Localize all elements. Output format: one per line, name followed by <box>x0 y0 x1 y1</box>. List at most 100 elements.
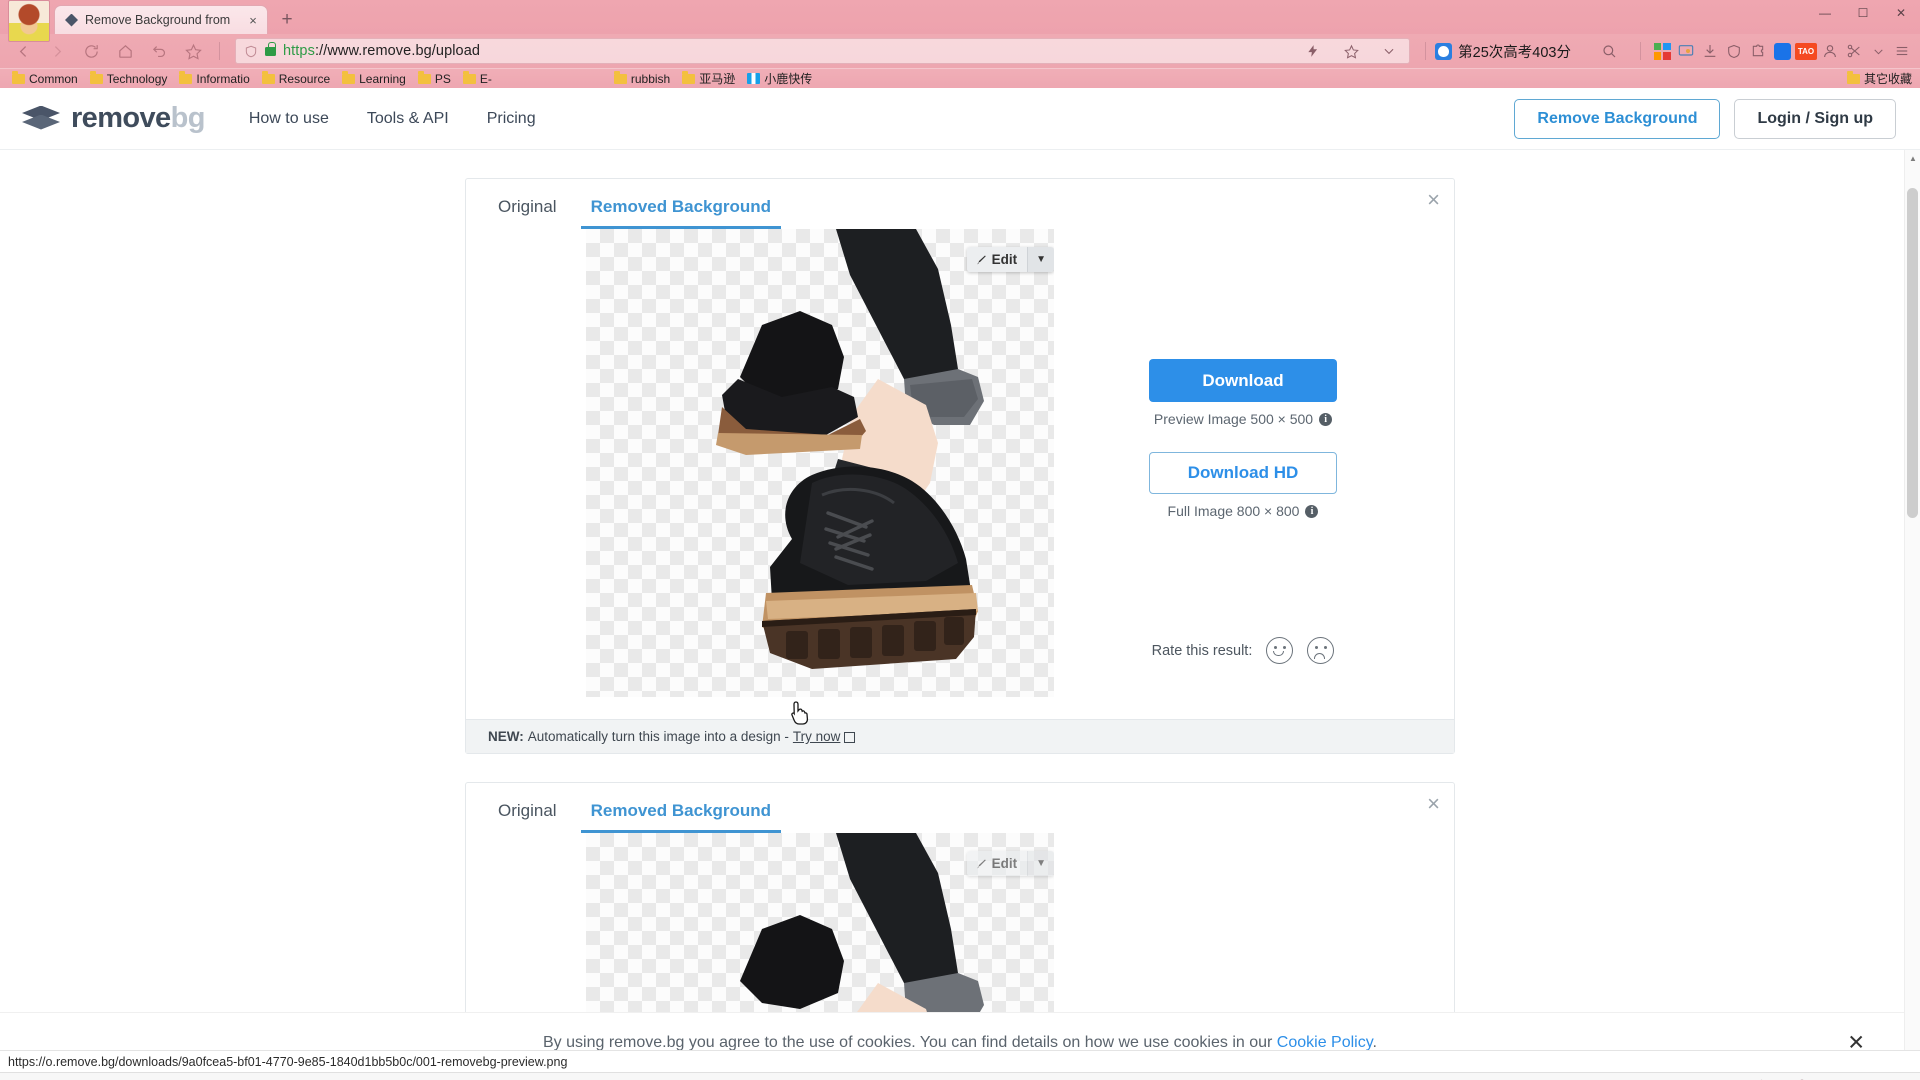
browser-status-bar <box>0 1072 1920 1080</box>
edit-button-group-2[interactable]: Edit ▼ <box>966 851 1054 876</box>
bookmark-item[interactable]: Common <box>6 71 84 86</box>
bookmark-item[interactable]: rubbish <box>608 71 676 86</box>
navigation-bar: https://www.remove.bg/upload 第25次高考403分 <box>0 34 1920 68</box>
new-tab-button[interactable]: + <box>274 6 300 32</box>
forward-icon[interactable] <box>40 36 74 66</box>
sad-face-icon[interactable] <box>1307 637 1335 664</box>
bookmark-label: E- <box>479 71 492 86</box>
search-engine-box[interactable]: 第25次高考403分 <box>1435 41 1571 62</box>
tab-original[interactable]: Original <box>488 197 567 229</box>
status-bar-url: https://o.remove.bg/downloads/9a0fcea5-b… <box>0 1050 1920 1072</box>
edit-button-2[interactable]: Edit <box>966 851 1028 876</box>
folder-icon <box>682 71 696 84</box>
scrollbar-thumb[interactable] <box>1907 188 1918 518</box>
screenshot-icon[interactable] <box>1674 39 1698 63</box>
close-icon[interactable]: × <box>1427 793 1440 815</box>
chevron-down-menu-icon[interactable] <box>1866 39 1890 63</box>
download-icon[interactable] <box>1698 39 1722 63</box>
search-icon[interactable] <box>1597 39 1621 63</box>
tab-original-2[interactable]: Original <box>488 801 567 833</box>
page-viewport: removebg How to use Tools & API Pricing … <box>0 88 1920 1072</box>
taobao-icon[interactable]: TAO <box>1794 39 1818 63</box>
lightning-icon[interactable] <box>1301 39 1325 63</box>
rate-result-row: Rate this result: <box>1152 637 1335 664</box>
bookmark-item[interactable]: PS <box>412 71 457 86</box>
other-bookmarks-item[interactable]: 其它收藏 <box>1841 70 1914 87</box>
logo-primary: remove <box>71 102 171 134</box>
windows-tiles-icon[interactable] <box>1650 39 1674 63</box>
shoe-photo <box>716 229 984 669</box>
bookmark-star-icon[interactable] <box>1339 39 1363 63</box>
tab-title: Remove Background from <box>85 13 231 27</box>
cookie-policy-link[interactable]: Cookie Policy <box>1277 1034 1373 1051</box>
url-bar[interactable]: https://www.remove.bg/upload <box>235 38 1411 64</box>
bookmark-item[interactable]: Informatio <box>173 71 255 86</box>
edit-button[interactable]: Edit <box>966 247 1028 272</box>
refresh-status-icon[interactable] <box>1744 1074 1768 1080</box>
info-icon[interactable]: i <box>1305 504 1319 518</box>
page-scrollbar[interactable]: ▲ ▼ <box>1904 150 1920 1072</box>
trash-icon[interactable] <box>1790 1074 1814 1080</box>
bookmark-item[interactable]: Resource <box>256 71 336 86</box>
link-icon[interactable] <box>1698 1074 1722 1080</box>
scissors-icon[interactable] <box>1842 39 1866 63</box>
edit-dropdown-caret-icon-2[interactable]: ▼ <box>1027 851 1054 876</box>
home-icon[interactable] <box>108 36 142 66</box>
download-button[interactable]: Download <box>1149 359 1337 402</box>
tab-removed-background[interactable]: Removed Background <box>580 197 782 229</box>
removebg-logo[interactable]: removebg <box>22 102 205 135</box>
info-icon[interactable]: i <box>1319 412 1333 426</box>
remove-background-button[interactable]: Remove Background <box>1514 98 1721 139</box>
bookmark-item[interactable]: 小鹿快传 <box>741 70 818 87</box>
window-close-button[interactable]: ✕ <box>1882 0 1920 26</box>
cookie-text-after: . <box>1372 1033 1377 1051</box>
bookmark-item[interactable]: Technology <box>84 71 174 86</box>
window-controls: — ☐ ✕ <box>1806 0 1920 26</box>
happy-face-icon[interactable] <box>1266 637 1294 664</box>
fullscreen-icon[interactable] <box>1882 1074 1906 1080</box>
url-scheme: https <box>283 43 315 59</box>
download-hd-button[interactable]: Download HD <box>1149 452 1337 494</box>
folder-icon <box>417 71 431 84</box>
login-signup-button[interactable]: Login / Sign up <box>1734 98 1896 139</box>
browser-tab[interactable]: Remove Background from × <box>54 5 268 34</box>
scroll-up-arrow-icon[interactable]: ▲ <box>1905 150 1920 167</box>
try-now-link[interactable]: Try now <box>793 729 841 744</box>
new-banner-text: Automatically turn this image into a des… <box>527 729 789 744</box>
close-icon[interactable]: × <box>1427 189 1440 211</box>
shield-security-icon[interactable] <box>1722 39 1746 63</box>
lock-icon <box>265 41 276 56</box>
nav-item-pricing[interactable]: Pricing <box>487 110 536 128</box>
tab-close-icon[interactable]: × <box>245 12 261 28</box>
site-header: removebg How to use Tools & API Pricing … <box>0 88 1920 150</box>
undo-icon[interactable] <box>142 36 176 66</box>
folder-icon <box>342 71 356 84</box>
nav-item-how-to-use[interactable]: How to use <box>249 110 329 128</box>
edit-dropdown-caret-icon[interactable]: ▼ <box>1027 247 1054 272</box>
window-maximize-button[interactable]: ☐ <box>1844 0 1882 26</box>
window-minimize-button[interactable]: — <box>1806 0 1844 26</box>
app-blue-icon[interactable] <box>1770 39 1794 63</box>
bookmark-item[interactable]: E- <box>457 71 498 86</box>
reload-icon[interactable] <box>74 36 108 66</box>
result-image-canvas[interactable]: Edit ▼ <box>586 229 1054 697</box>
urlbar-icons <box>1301 39 1401 63</box>
folder-icon <box>261 71 275 84</box>
site-nav: How to use Tools & API Pricing <box>249 110 536 128</box>
bookmark-item[interactable]: Learning <box>336 71 412 86</box>
edit-button-group[interactable]: Edit ▼ <box>966 247 1054 272</box>
shield-icon <box>244 44 258 59</box>
tab-removed-background-2[interactable]: Removed Background <box>580 801 782 833</box>
bookmarks-bar: Common Technology Informatio Resource Le… <box>0 68 1920 88</box>
volume-icon[interactable] <box>1836 1074 1860 1080</box>
bookmark-item[interactable]: 亚马逊 <box>676 70 741 87</box>
header-actions: Remove Background Login / Sign up <box>1514 98 1896 139</box>
hamburger-menu-icon[interactable] <box>1890 39 1914 63</box>
user-account-icon[interactable] <box>1818 39 1842 63</box>
tab-strip: Remove Background from × + — ☐ ✕ <box>0 0 1920 42</box>
nav-item-tools-api[interactable]: Tools & API <box>367 110 449 128</box>
chevron-down-icon[interactable] <box>1377 39 1401 63</box>
star-icon[interactable] <box>176 36 210 66</box>
toolbar-divider <box>219 42 220 60</box>
puzzle-extension-icon[interactable] <box>1746 39 1770 63</box>
